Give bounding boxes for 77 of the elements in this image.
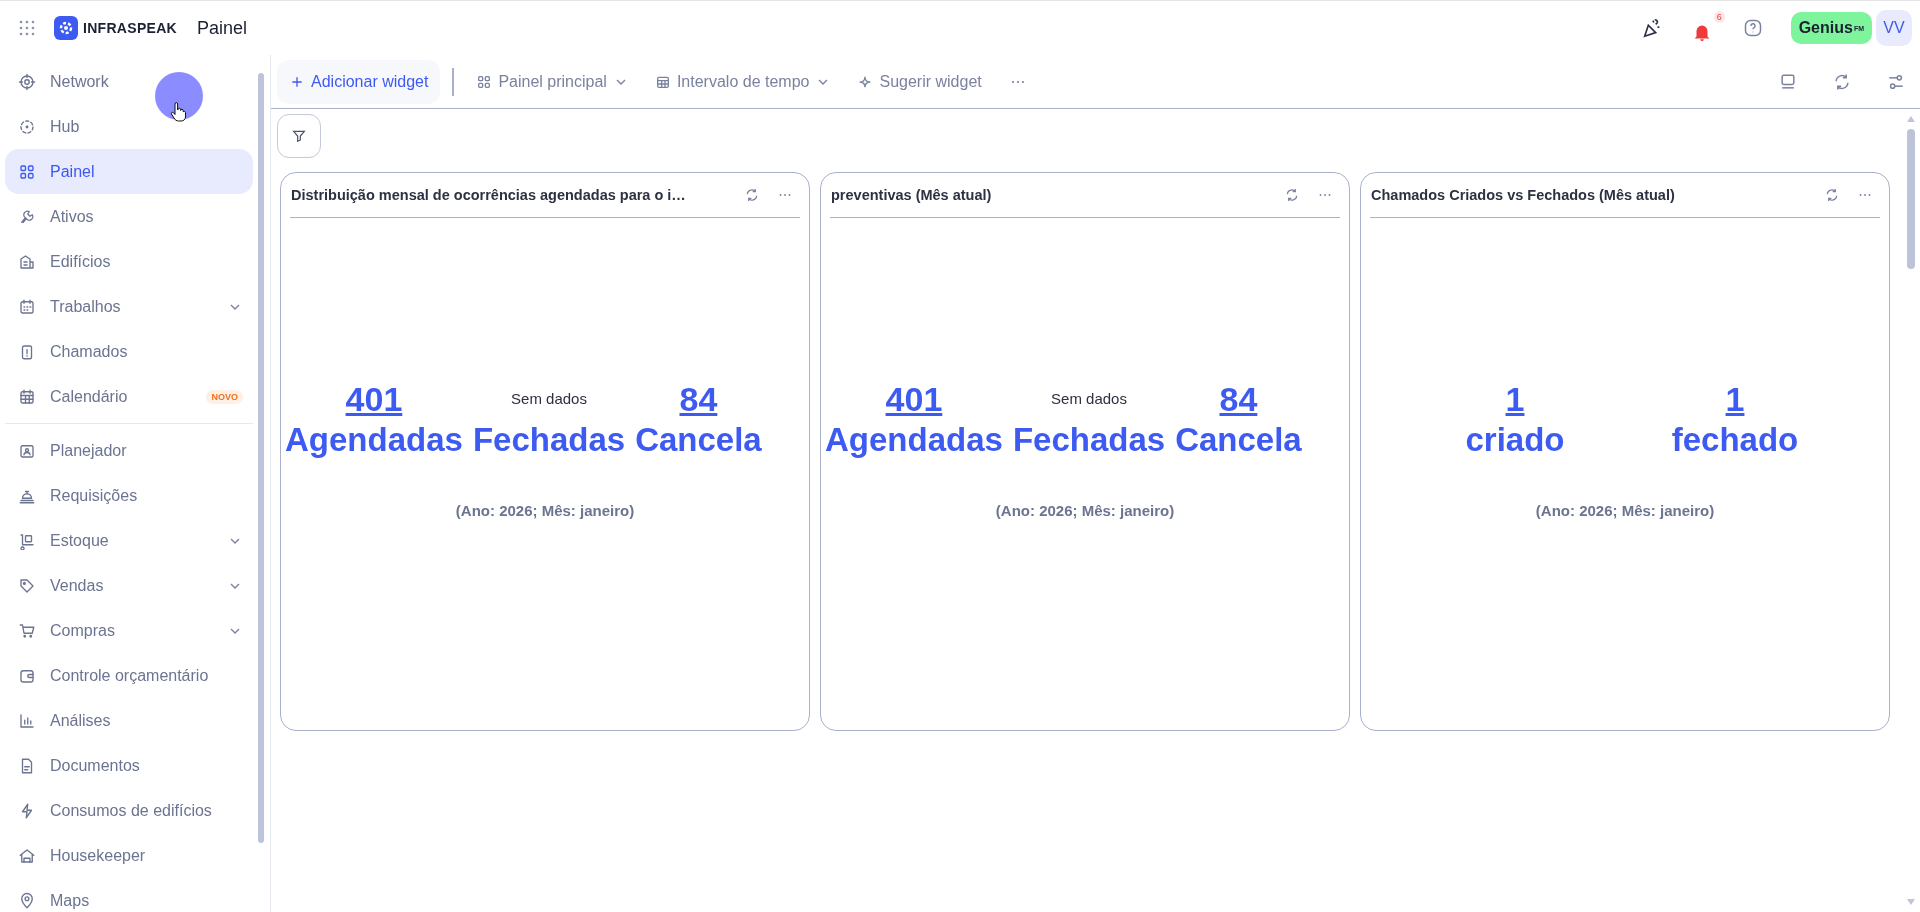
grid-icon	[18, 162, 36, 181]
cursor-highlight	[155, 72, 203, 120]
metric-value-link[interactable]: 1	[1725, 378, 1745, 420]
metric-label: fechado	[1671, 420, 1799, 460]
notification-count: 6	[1713, 11, 1725, 23]
dolly-icon	[18, 531, 36, 550]
metric-value-link[interactable]: 401	[885, 378, 943, 420]
metric-label: Cancela	[1175, 420, 1302, 460]
metric-value-link[interactable]: 84	[679, 378, 718, 420]
sidebar-item[interactable]: Maps	[5, 878, 253, 912]
widget-title: Distribuição mensal de ocorrências agendadas para o i…	[291, 187, 687, 203]
user-avatar[interactable]: VV	[1876, 10, 1912, 46]
period-text: (Ano: 2026; Mês: janeiro)	[995, 502, 1175, 519]
sidebar-item[interactable]: Análises	[5, 698, 253, 743]
filter-icon	[291, 128, 307, 144]
hand-cursor-icon	[170, 102, 186, 122]
toolbar-button[interactable]: Intervalo de tempo	[644, 61, 842, 102]
refresh-icon[interactable]	[1824, 187, 1840, 203]
metric-label: Fechadas	[1012, 420, 1166, 460]
scroll-up-icon[interactable]	[1906, 115, 1916, 123]
sidebar-item[interactable]: Documentos	[5, 743, 253, 788]
calendar-icon	[18, 297, 36, 316]
dashed-circle-icon	[18, 117, 36, 136]
sidebar-item[interactable]: Requisições	[5, 473, 253, 518]
metric-label: criado	[1465, 420, 1565, 460]
tag-icon	[18, 576, 36, 595]
grid-icon	[476, 73, 493, 90]
sidebar-item[interactable]: Trabalhos	[5, 284, 253, 329]
filter-button[interactable]	[277, 114, 321, 158]
scrollbar-thumb[interactable]	[1907, 129, 1915, 269]
apps-grid-icon[interactable]	[18, 19, 36, 37]
brand-name: INFRASPEAK	[83, 20, 177, 36]
scrollbar-thumb[interactable]	[258, 73, 264, 843]
sidebar-item[interactable]: Vendas	[5, 563, 253, 608]
widget-title: preventivas (Mês atual)	[831, 187, 993, 203]
metric-value-link[interactable]: 401	[345, 378, 403, 420]
logo-icon	[54, 16, 78, 40]
plan-badge[interactable]: Genius$^{FM}$	[1790, 12, 1872, 44]
metric-label: Cancela	[635, 420, 762, 460]
page-title: Painel	[197, 17, 248, 39]
sidebar-item[interactable]: Edifícios	[5, 239, 253, 284]
sidebar-item[interactable]: Housekeeper	[5, 833, 253, 878]
new-badge: NOVO	[206, 389, 243, 404]
globe-icon	[18, 72, 36, 91]
sidebar-item[interactable]: Controle orçamentário	[5, 653, 253, 698]
sidebar-item[interactable]: Network	[5, 59, 253, 104]
sidebar-item[interactable]: Planejador	[5, 428, 253, 473]
refresh-icon[interactable]	[1284, 187, 1300, 203]
sidebar-item[interactable]: Hub	[5, 104, 253, 149]
calendar-icon	[18, 387, 36, 406]
metric-value-link[interactable]: 1	[1505, 378, 1525, 420]
metric-label: Agendadas	[285, 420, 463, 460]
metric-value-link[interactable]: 84	[1219, 378, 1258, 420]
scroll-down-icon[interactable]	[1906, 898, 1916, 906]
map-pin-icon	[18, 891, 36, 910]
no-data-text: Sem dados	[511, 389, 587, 409]
cart-icon	[18, 621, 36, 640]
sidebar-item[interactable]: Estoque	[5, 518, 253, 563]
help-icon[interactable]	[1742, 18, 1763, 38]
sidebar-item[interactable]: Ativos	[5, 194, 253, 239]
toolbar-button[interactable]: Sugerir widget	[847, 61, 992, 102]
toolbar-button[interactable]: Painel principal	[466, 61, 639, 102]
refresh-icon[interactable]	[744, 187, 760, 203]
add-widget-button[interactable]: Adicionar widget	[277, 59, 441, 104]
building-icon	[18, 252, 36, 271]
sidebar-item[interactable]: Painel	[5, 149, 253, 194]
sidebar-item[interactable]: Chamados	[5, 329, 253, 374]
bar-chart-icon	[18, 711, 36, 730]
metric-label: Fechadas	[472, 420, 626, 460]
sidebar-item[interactable]: Compras	[5, 608, 253, 653]
sidebar-item[interactable]: Calendário NOVO	[5, 374, 253, 419]
period-text: (Ano: 2026; Mês: janeiro)	[455, 502, 635, 519]
widget-title: Chamados Criados vs Fechados (Mês atual)	[1371, 187, 1676, 203]
sidebar-item[interactable]: Consumos de edifícios	[5, 788, 253, 833]
no-data-text: Sem dados	[1051, 389, 1127, 409]
metric-label: Agendadas	[825, 420, 1003, 460]
period-text: (Ano: 2026; Mês: janeiro)	[1535, 502, 1715, 519]
